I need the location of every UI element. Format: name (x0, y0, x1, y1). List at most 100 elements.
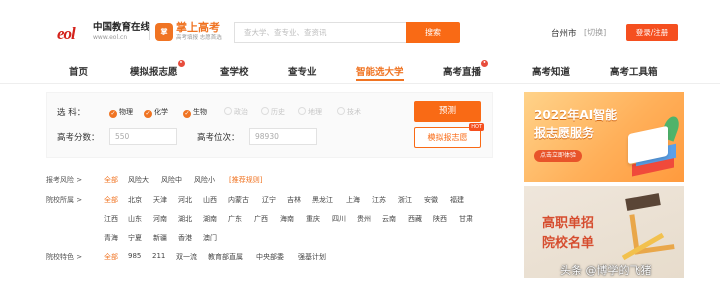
location-tag[interactable]: 湖南 (203, 214, 217, 224)
location-tag[interactable]: 河北 (178, 195, 192, 205)
subject-chemistry[interactable]: ✓ 化学 (144, 107, 168, 118)
score-input[interactable]: 550 (109, 128, 177, 145)
login-register-button[interactable]: 登录/注册 (626, 24, 678, 41)
switch-city-link[interactable]: [切换] (584, 27, 606, 38)
location-tag[interactable]: 宁夏 (128, 233, 142, 243)
subject-name: 地理 (308, 108, 322, 116)
subject-name: 物理 (119, 108, 133, 116)
location-tag[interactable]: 安徽 (424, 195, 438, 205)
nav-home[interactable]: 首页 (69, 64, 88, 78)
subject-technology[interactable]: 技术 (337, 107, 361, 117)
nav-mock-application[interactable]: 模拟报志愿 • (130, 60, 185, 78)
chevron-right-icon: > (76, 196, 83, 204)
rank-input[interactable]: 98930 (249, 128, 317, 145)
eol-logo[interactable]: eol (57, 24, 76, 44)
location-tag[interactable]: 全部 (104, 195, 118, 205)
nav-qa[interactable]: 高考知道 (532, 64, 570, 78)
location-tag[interactable]: 新疆 (153, 233, 167, 243)
checkmark-icon: ✓ (144, 110, 152, 118)
nav-smart-select[interactable]: 智能选大学 (356, 64, 404, 81)
feature-tag[interactable]: 教育部直属 (208, 252, 243, 262)
location-tag[interactable]: 上海 (346, 195, 360, 205)
banner-title: 报志愿服务 (534, 126, 595, 140)
risk-medium[interactable]: 风险中 (161, 175, 182, 185)
location-tag[interactable]: 湖北 (178, 214, 192, 224)
location-tag[interactable]: 云南 (382, 214, 396, 224)
location-tag[interactable]: 四川 (332, 214, 346, 224)
feature-tag[interactable]: 全部 (104, 252, 118, 262)
location-tag[interactable]: 江苏 (372, 195, 386, 205)
nav-live-label: 高考直播 (443, 67, 482, 78)
location-tag[interactable]: 广西 (254, 214, 268, 224)
location-tag[interactable]: 香港 (178, 233, 192, 243)
location-tag[interactable]: 澳门 (203, 233, 217, 243)
risk-high[interactable]: 风险大 (128, 175, 149, 185)
radio-icon (261, 107, 269, 115)
subject-name: 生物 (193, 108, 207, 116)
location-tag[interactable]: 西藏 (408, 214, 422, 224)
risk-label: 报考风险 > (46, 176, 83, 184)
location-tag[interactable]: 浙江 (398, 195, 412, 205)
nav-mock-application-label: 模拟报志愿 (130, 67, 178, 78)
risk-low[interactable]: 风险小 (194, 175, 215, 185)
location-label: 院校所属 > (46, 196, 83, 204)
chevron-right-icon: > (76, 253, 83, 261)
location-tag[interactable]: 天津 (153, 195, 167, 205)
location-tag[interactable]: 山西 (203, 195, 217, 205)
hot-badge: HOT (469, 123, 484, 131)
subject-physics[interactable]: ✓ 物理 (109, 107, 133, 118)
feature-tag[interactable]: 强基计划 (298, 252, 326, 262)
search-input[interactable]: 查大学、查专业、查资讯 (234, 22, 406, 43)
search-button[interactable]: 搜索 (406, 22, 460, 43)
banner-cta: 点击立即体验 (534, 150, 583, 162)
zsgk-logo-icon[interactable]: 掌 (155, 23, 173, 41)
subject-label: 选 科： (57, 108, 86, 118)
nav-toolbox[interactable]: 高考工具箱 (610, 64, 658, 78)
location-tag[interactable]: 江西 (104, 214, 118, 224)
nav-schools[interactable]: 查学校 (220, 64, 249, 78)
location-tag[interactable]: 陕西 (433, 214, 447, 224)
subject-politics[interactable]: 政治 (224, 107, 248, 117)
nav-live[interactable]: 高考直播 • (443, 60, 489, 78)
new-dot-icon: • (177, 60, 185, 67)
subject-history[interactable]: 历史 (261, 107, 285, 117)
feature-tag[interactable]: 中央部委 (256, 252, 284, 262)
chevron-right-icon: > (76, 176, 83, 184)
location-tag[interactable]: 福建 (450, 195, 464, 205)
location-tag[interactable]: 甘肃 (459, 214, 473, 224)
feature-tag[interactable]: 985 (128, 252, 141, 260)
predict-button[interactable]: 预测 (414, 101, 481, 122)
recommend-rules-link[interactable]: [推荐规则] (229, 175, 262, 185)
watermark: 头条 @博学的飞猪 (560, 264, 652, 277)
location-tag[interactable]: 海南 (280, 214, 294, 224)
risk-all[interactable]: 全部 (104, 175, 118, 185)
location-tag[interactable]: 贵州 (357, 214, 371, 224)
ai-application-banner[interactable]: 2022年AI智能 报志愿服务 点击立即体验 (524, 92, 684, 182)
subject-biology[interactable]: ✓ 生物 (183, 107, 207, 118)
zsgk-logo-text[interactable]: 掌上高考 高考填报 志愿首选 (176, 22, 222, 44)
location-tag[interactable]: 辽宁 (262, 195, 276, 205)
eol-logo-text[interactable]: 中国教育在线 www.eol.cn (93, 23, 150, 43)
radio-icon (298, 107, 306, 115)
banner-title: 高职单招 (542, 216, 595, 231)
location-tag[interactable]: 北京 (128, 195, 142, 205)
eol-site-url: www.eol.cn (93, 34, 128, 41)
location-tag[interactable]: 青海 (104, 233, 118, 243)
eol-site-name: 中国教育在线 (93, 22, 151, 33)
location-tag[interactable]: 山东 (128, 214, 142, 224)
score-label: 高考分数： (57, 133, 100, 143)
location-tag[interactable]: 广东 (228, 214, 242, 224)
feature-label: 院校特色 > (46, 253, 83, 261)
subject-geography[interactable]: 地理 (298, 107, 322, 117)
location-tag[interactable]: 河南 (153, 214, 167, 224)
location-tag[interactable]: 黑龙江 (312, 195, 333, 205)
location-tag[interactable]: 内蒙古 (228, 195, 249, 205)
zsgk-site-name: 掌上高考 (176, 21, 220, 34)
feature-tag[interactable]: 双一流 (176, 252, 197, 262)
location-tag[interactable]: 吉林 (287, 195, 301, 205)
nav-majors[interactable]: 查专业 (288, 64, 317, 78)
location-tag[interactable]: 重庆 (306, 214, 320, 224)
logo-divider (149, 24, 150, 40)
feature-tag[interactable]: 211 (152, 252, 165, 260)
mock-application-button[interactable]: 模拟报志愿 HOT (414, 123, 484, 148)
